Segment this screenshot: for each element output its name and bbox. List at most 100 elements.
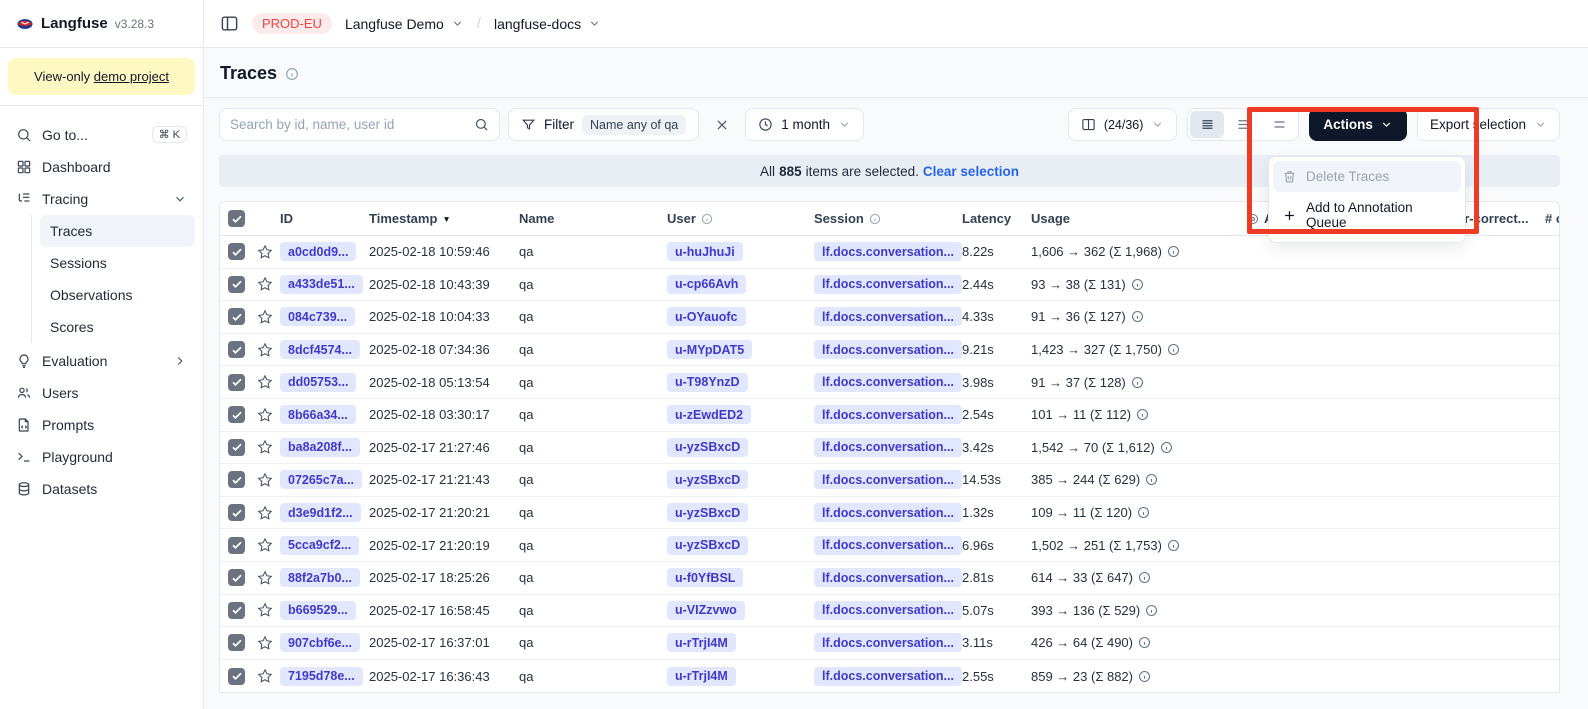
info-icon[interactable] [1167,343,1180,356]
session-badge[interactable]: lf.docs.conversation... [814,667,962,686]
table-row[interactable]: b669529...2025-02-17 16:58:45qau-VIZzvwo… [220,595,1559,628]
star-icon[interactable] [257,244,273,260]
user-badge[interactable]: u-f0YfBSL [667,568,743,587]
row-checkbox[interactable] [228,668,245,685]
session-badge[interactable]: lf.docs.conversation... [814,275,962,294]
header-user[interactable]: User [667,211,814,226]
session-badge[interactable]: lf.docs.conversation... [814,503,962,522]
search-icon[interactable] [474,117,489,132]
sidebar-item-sessions[interactable]: Sessions [40,247,195,279]
trace-id-badge[interactable]: 88f2a7b0... [280,568,360,587]
user-badge[interactable]: u-MYpDAT5 [667,340,752,359]
session-badge[interactable]: lf.docs.conversation... [814,340,962,359]
trace-id-badge[interactable]: 7195d78e... [280,667,363,686]
header-name[interactable]: Name [519,211,667,226]
sidebar-item-tracing[interactable]: Tracing [8,183,195,215]
user-badge[interactable]: u-rTrjI4M [667,633,736,652]
column-visibility-button[interactable]: (24/36) [1068,108,1178,141]
row-checkbox[interactable] [228,602,245,619]
row-checkbox[interactable] [228,569,245,586]
user-badge[interactable]: u-rTrjI4M [667,667,736,686]
row-height-small-button[interactable] [1190,111,1224,138]
table-row[interactable]: d3e9d1f2...2025-02-17 21:20:21qau-yzSBxc… [220,497,1559,530]
sidebar-item-playground[interactable]: Playground [8,441,195,473]
session-badge[interactable]: lf.docs.conversation... [814,438,962,457]
table-row[interactable]: a433de51...2025-02-18 10:43:39qau-cp66Av… [220,269,1559,302]
row-checkbox[interactable] [228,406,245,423]
session-badge[interactable]: lf.docs.conversation... [814,601,962,620]
star-icon[interactable] [257,472,273,488]
user-badge[interactable]: u-VIZzvwo [667,601,745,620]
session-badge[interactable]: lf.docs.conversation... [814,568,962,587]
info-icon[interactable] [1131,278,1144,291]
sidebar-item-dashboard[interactable]: Dashboard [8,151,195,183]
sidebar-item-goto[interactable]: Go to... ⌘ K [8,118,195,151]
trace-id-badge[interactable]: 907cbf6e... [280,633,360,652]
export-selection-button[interactable]: Export selection [1417,108,1560,141]
star-icon[interactable] [257,309,273,325]
info-icon[interactable] [1167,245,1180,258]
row-checkbox[interactable] [228,504,245,521]
project-switcher[interactable]: langfuse-docs [494,16,601,32]
session-badge[interactable]: lf.docs.conversation... [814,536,962,555]
time-range-button[interactable]: 1 month [745,108,864,141]
star-icon[interactable] [257,505,273,521]
row-height-large-button[interactable] [1262,111,1296,138]
sidebar-item-users[interactable]: Users [8,377,195,409]
sidebar-item-prompts[interactable]: Prompts [8,409,195,441]
user-badge[interactable]: u-zEwdED2 [667,405,751,424]
row-checkbox[interactable] [228,276,245,293]
demo-project-link[interactable]: demo project [94,69,169,84]
trace-id-badge[interactable]: 8dcf4574... [280,340,360,359]
row-checkbox[interactable] [228,308,245,325]
trace-id-badge[interactable]: d3e9d1f2... [280,503,361,522]
user-badge[interactable]: u-huJhuJi [667,242,743,261]
star-icon[interactable] [257,276,273,292]
search-box[interactable] [219,108,500,141]
trace-id-badge[interactable]: 084c739... [280,307,355,326]
trace-id-badge[interactable]: dd05753... [280,373,356,392]
info-icon[interactable] [1138,571,1151,584]
session-badge[interactable]: lf.docs.conversation... [814,307,962,326]
header-id[interactable]: ID [280,211,369,226]
user-badge[interactable]: u-yzSBxcD [667,536,748,555]
row-checkbox[interactable] [228,537,245,554]
info-icon[interactable] [1145,473,1158,486]
user-badge[interactable]: u-OYauofc [667,307,746,326]
sidebar-item-observations[interactable]: Observations [40,279,195,311]
trace-id-badge[interactable]: 8b66a34... [280,405,356,424]
info-icon[interactable] [1145,604,1158,617]
star-icon[interactable] [257,570,273,586]
table-row[interactable]: 907cbf6e...2025-02-17 16:37:01qau-rTrjI4… [220,627,1559,660]
sidebar-item-scores[interactable]: Scores [40,311,195,343]
trace-id-badge[interactable]: b669529... [280,601,356,620]
sidebar-item-evaluation[interactable]: Evaluation [8,345,195,377]
star-icon[interactable] [257,374,273,390]
session-badge[interactable]: lf.docs.conversation... [814,242,962,261]
star-icon[interactable] [257,668,273,684]
star-icon[interactable] [257,602,273,618]
info-icon[interactable] [1136,408,1149,421]
header-extra[interactable]: # c... [1545,211,1559,226]
user-badge[interactable]: u-yzSBxcD [667,438,748,457]
star-icon[interactable] [257,635,273,651]
filter-button[interactable]: Filter Name any of qa [508,108,699,141]
row-height-medium-button[interactable] [1226,111,1260,138]
sidebar-item-traces[interactable]: Traces [40,215,195,247]
org-switcher[interactable]: Langfuse Demo [345,16,464,32]
header-latency[interactable]: Latency [962,211,1031,226]
session-badge[interactable]: lf.docs.conversation... [814,373,962,392]
star-icon[interactable] [257,439,273,455]
actions-button[interactable]: Actions [1309,108,1407,141]
trace-id-badge[interactable]: 5cca9cf2... [280,536,359,555]
clear-filter-button[interactable] [707,108,737,141]
star-icon[interactable] [257,537,273,553]
session-badge[interactable]: lf.docs.conversation... [814,470,962,489]
row-checkbox[interactable] [228,243,245,260]
info-icon[interactable] [1137,506,1150,519]
menu-item-add-to-annotation-queue[interactable]: Add to Annotation Queue [1273,192,1461,238]
table-row[interactable]: 084c739...2025-02-18 10:04:33qau-OYauofc… [220,301,1559,334]
info-icon[interactable] [1138,636,1151,649]
info-icon[interactable] [1167,539,1180,552]
select-all-checkbox[interactable] [228,210,245,227]
